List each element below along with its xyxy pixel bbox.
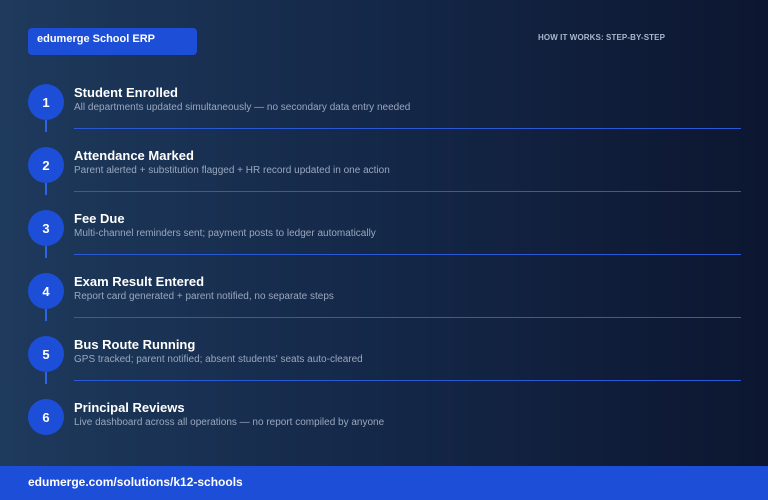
step-number-badge: 2 <box>28 147 64 183</box>
step-2: 2 Attendance Marked Parent alerted + sub… <box>28 147 741 210</box>
step-number-badge: 6 <box>28 399 64 435</box>
step-1: 1 Student Enrolled All departments updat… <box>28 84 741 147</box>
step-connector <box>45 120 47 132</box>
step-title: Fee Due <box>74 211 125 226</box>
step-description: GPS tracked; parent notified; absent stu… <box>74 354 363 365</box>
footer-url: edumerge.com/solutions/k12-schools <box>0 466 768 500</box>
steps-list: 1 Student Enrolled All departments updat… <box>28 84 741 462</box>
step-divider <box>74 380 741 381</box>
step-description: Live dashboard across all operations — n… <box>74 417 385 428</box>
step-connector <box>45 372 47 384</box>
brand-badge: edumerge School ERP <box>28 28 197 55</box>
step-description: Multi-channel reminders sent; payment po… <box>74 228 376 239</box>
step-title: Bus Route Running <box>74 337 196 352</box>
step-description: Parent alerted + substitution flagged + … <box>74 165 390 176</box>
step-number-badge: 1 <box>28 84 64 120</box>
step-6: 6 Principal Reviews Live dashboard acros… <box>28 399 741 462</box>
step-title: Attendance Marked <box>74 148 194 163</box>
step-5: 5 Bus Route Running GPS tracked; parent … <box>28 336 741 399</box>
step-connector <box>45 309 47 321</box>
step-description: Report card generated + parent notified,… <box>74 291 334 302</box>
step-title: Principal Reviews <box>74 400 185 415</box>
step-divider <box>74 191 741 192</box>
step-number-badge: 5 <box>28 336 64 372</box>
step-divider <box>74 317 741 318</box>
step-number-badge: 3 <box>28 210 64 246</box>
step-description: All departments updated simultaneously —… <box>74 102 411 113</box>
step-title: Student Enrolled <box>74 85 178 100</box>
section-tagline: HOW IT WORKS: STEP-BY-STEP <box>538 33 666 42</box>
step-title: Exam Result Entered <box>74 274 205 289</box>
step-divider <box>74 254 741 255</box>
step-divider <box>74 128 741 129</box>
step-connector <box>45 183 47 195</box>
step-4: 4 Exam Result Entered Report card genera… <box>28 273 741 336</box>
step-3: 3 Fee Due Multi-channel reminders sent; … <box>28 210 741 273</box>
step-connector <box>45 246 47 258</box>
step-number-badge: 4 <box>28 273 64 309</box>
